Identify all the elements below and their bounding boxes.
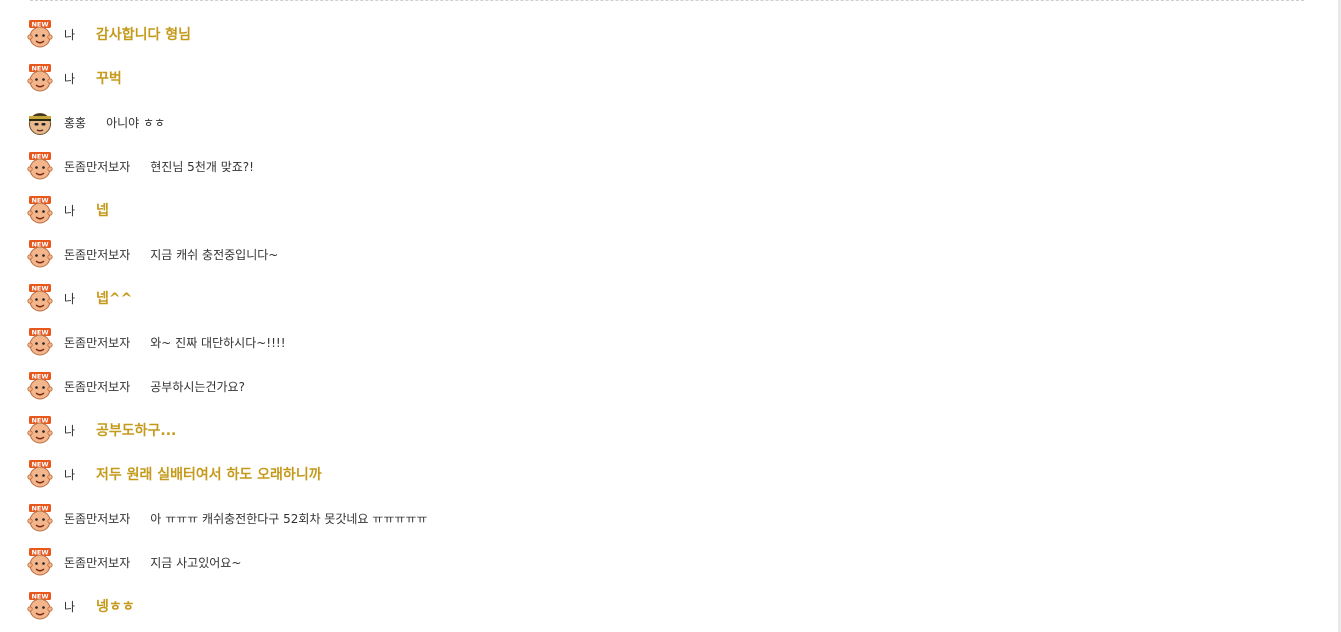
sender-nickname: 나 bbox=[64, 423, 76, 438]
sender-nickname: 돈좀만저보자 bbox=[64, 555, 131, 570]
message-text: 와~ 진짜 대단하시다~!!!! bbox=[150, 335, 286, 350]
chat-message-row: NEW 나 꾸벅 bbox=[26, 56, 427, 100]
chat-message-row: NEW 나 감사합니다 형님 bbox=[26, 12, 427, 56]
sender-nickname: 돈좀만저보자 bbox=[64, 335, 131, 350]
avatar[interactable]: NEW bbox=[26, 592, 54, 620]
chat-message-row: NEW 돈좀만저보자 와~ 진짜 대단하시다~!!!! bbox=[26, 320, 427, 364]
sender-nickname: 돈좀만저보자 bbox=[64, 159, 131, 174]
sender-nickname: 나 bbox=[64, 467, 76, 482]
new-badge-face-icon: NEW bbox=[27, 460, 53, 488]
chat-message-row: NEW 나 넵 bbox=[26, 188, 427, 232]
sender-nickname: 돈좀만저보자 bbox=[64, 247, 131, 262]
sender-nickname: 돈좀만저보자 bbox=[64, 511, 131, 526]
capped-character-icon bbox=[29, 113, 51, 135]
sender-nickname: 나 bbox=[64, 291, 76, 306]
sender-nickname: 홍홍 bbox=[64, 115, 87, 130]
top-divider bbox=[30, 0, 1304, 1]
avatar[interactable]: NEW bbox=[26, 504, 54, 532]
message-text: 공부하시는건가요? bbox=[150, 379, 245, 394]
message-text: 지금 사고있어요~ bbox=[150, 555, 242, 570]
message-text: 아 ㅠㅠㅠ 캐쉬충전한다구 52회차 못갓네요 ㅠㅠㅠㅠㅠ bbox=[150, 511, 428, 526]
message-text: 지금 캐쉬 충전중입니다~ bbox=[150, 247, 279, 262]
new-badge-face-icon: NEW bbox=[27, 328, 53, 356]
new-badge-face-icon: NEW bbox=[27, 504, 53, 532]
new-badge-face-icon: NEW bbox=[27, 196, 53, 224]
avatar[interactable]: NEW bbox=[26, 196, 54, 224]
avatar[interactable]: NEW bbox=[26, 460, 54, 488]
new-badge-face-icon: NEW bbox=[27, 416, 53, 444]
avatar[interactable]: NEW bbox=[26, 20, 54, 48]
chat-message-row: NEW 나 저두 원래 실배터여서 하도 오래하니까 bbox=[26, 452, 427, 496]
sender-nickname: 나 bbox=[64, 71, 76, 86]
chat-message-row: NEW 돈좀만저보자 공부하시는건가요? bbox=[26, 364, 427, 408]
new-badge-face-icon: NEW bbox=[27, 64, 53, 92]
sender-nickname: 나 bbox=[64, 203, 76, 218]
chat-message-row: NEW 돈좀만저보자 현진님 5천개 맞죠?! bbox=[26, 144, 427, 188]
message-text: 넵^^ bbox=[96, 291, 133, 307]
new-badge-face-icon: NEW bbox=[27, 20, 53, 48]
new-badge-face-icon: NEW bbox=[27, 152, 53, 180]
avatar[interactable]: NEW bbox=[26, 64, 54, 92]
chat-message-row: NEW 나 공부도하구... bbox=[26, 408, 427, 452]
message-text: 감사합니다 형님 bbox=[96, 27, 192, 43]
message-text: 꾸벅 bbox=[96, 71, 122, 87]
avatar[interactable]: NEW bbox=[26, 328, 54, 356]
chat-message-row: NEW 돈좀만저보자 아 ㅠㅠㅠ 캐쉬충전한다구 52회차 못갓네요 ㅠㅠㅠㅠㅠ bbox=[26, 496, 427, 540]
message-text: 넹ㅎㅎ bbox=[96, 599, 135, 615]
chat-message-list: NEW 나 감사합니다 형님 NEW 나 꾸벅 홍홍 아니야 ㅎㅎ NEW 돈좀… bbox=[26, 12, 427, 628]
new-badge-face-icon: NEW bbox=[27, 592, 53, 620]
message-text: 넵 bbox=[96, 203, 109, 219]
avatar[interactable]: NEW bbox=[26, 416, 54, 444]
sender-nickname: 나 bbox=[64, 27, 76, 42]
avatar[interactable]: NEW bbox=[26, 548, 54, 576]
chat-message-row: NEW 나 넹ㅎㅎ bbox=[26, 584, 427, 628]
new-badge-face-icon: NEW bbox=[27, 548, 53, 576]
avatar[interactable] bbox=[26, 108, 54, 136]
chat-message-row: NEW 나 넵^^ bbox=[26, 276, 427, 320]
sender-nickname: 나 bbox=[64, 599, 76, 614]
sender-nickname: 돈좀만저보자 bbox=[64, 379, 131, 394]
avatar[interactable]: NEW bbox=[26, 372, 54, 400]
avatar[interactable]: NEW bbox=[26, 240, 54, 268]
chat-message-row: 홍홍 아니야 ㅎㅎ bbox=[26, 100, 427, 144]
new-badge-face-icon: NEW bbox=[27, 284, 53, 312]
chat-message-row: NEW 돈좀만저보자 지금 캐쉬 충전중입니다~ bbox=[26, 232, 427, 276]
avatar[interactable]: NEW bbox=[26, 152, 54, 180]
message-text: 공부도하구... bbox=[96, 423, 177, 439]
new-badge-face-icon: NEW bbox=[27, 240, 53, 268]
chat-message-row: NEW 돈좀만저보자 지금 사고있어요~ bbox=[26, 540, 427, 584]
new-badge-face-icon: NEW bbox=[27, 372, 53, 400]
avatar[interactable]: NEW bbox=[26, 284, 54, 312]
message-text: 저두 원래 실배터여서 하도 오래하니까 bbox=[96, 467, 322, 483]
message-text: 아니야 ㅎㅎ bbox=[106, 115, 166, 130]
message-text: 현진님 5천개 맞죠?! bbox=[150, 159, 254, 174]
